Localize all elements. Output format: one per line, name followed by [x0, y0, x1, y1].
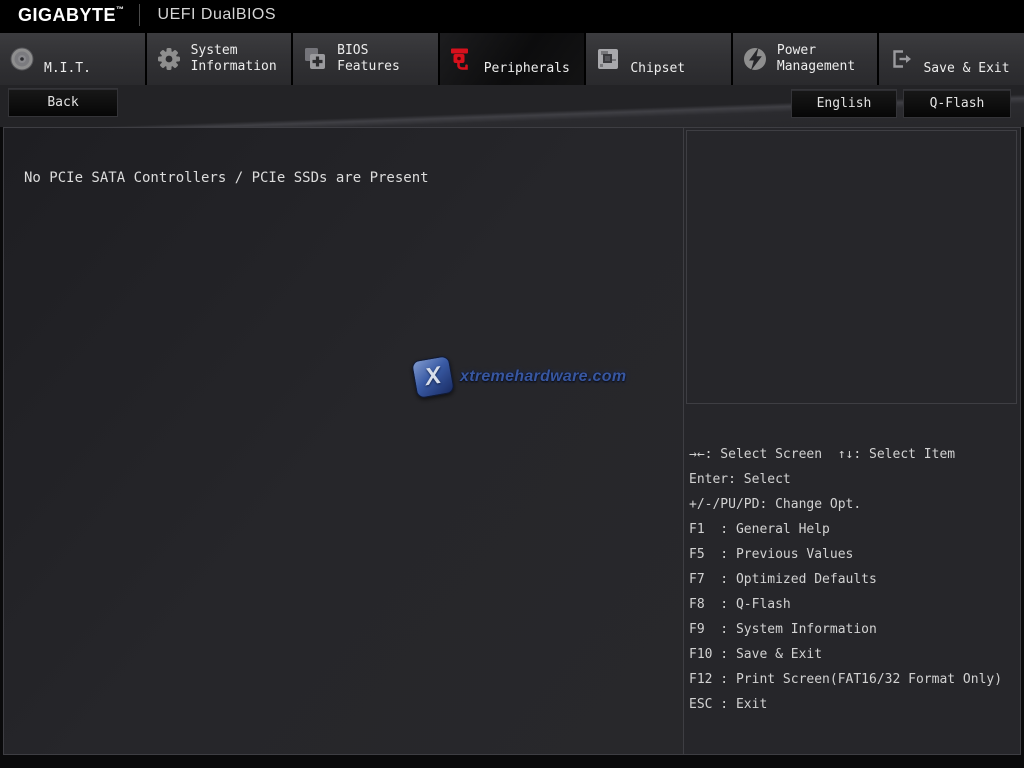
tab-label: BIOS: [337, 43, 400, 59]
tab-bar: M.I.T. SystemInformation BIOS: [0, 30, 1024, 85]
back-button[interactable]: Back: [8, 88, 118, 117]
tab-mit[interactable]: M.I.T.: [0, 33, 145, 85]
status-message: No PCIe SATA Controllers / PCIe SSDs are…: [24, 170, 429, 186]
watermark: X xtremehardware.com: [414, 358, 626, 396]
toolbar-row: Back English Q-Flash: [0, 85, 1024, 127]
peripherals-usb-icon: [449, 46, 475, 72]
language-button[interactable]: English: [791, 89, 897, 118]
exit-icon: [888, 46, 914, 72]
tab-label: Power: [777, 43, 855, 59]
header-divider: [139, 4, 140, 26]
tab-chipset[interactable]: Chipset: [586, 33, 731, 85]
key-legend-line: ESC : Exit: [689, 692, 1018, 717]
tab-save-exit[interactable]: Save & Exit: [879, 33, 1024, 85]
key-legend: →←: Select Screen ↑↓: Select ItemEnter: …: [689, 442, 1018, 717]
key-legend-line: +/-/PU/PD: Change Opt.: [689, 492, 1018, 517]
tab-peripherals[interactable]: Peripherals: [440, 33, 585, 85]
tab-bios-features[interactable]: BIOSFeatures: [293, 33, 438, 85]
item-help-box: [686, 130, 1017, 404]
key-legend-line: F12 : Print Screen(FAT16/32 Format Only): [689, 667, 1018, 692]
tab-label: System: [191, 43, 277, 59]
tab-label: Save & Exit: [923, 61, 1009, 77]
qflash-button[interactable]: Q-Flash: [903, 89, 1011, 118]
tab-system-information[interactable]: SystemInformation: [147, 33, 292, 85]
tab-label: Information: [191, 59, 277, 75]
xtremehardware-logo-icon: X: [411, 355, 455, 399]
power-bolt-icon: [742, 46, 768, 72]
key-legend-line: F8 : Q-Flash: [689, 592, 1018, 617]
tab-label: Features: [337, 59, 400, 75]
key-legend-line: →←: Select Screen ↑↓: Select Item: [689, 442, 1018, 467]
help-panel: →←: Select Screen ↑↓: Select ItemEnter: …: [683, 128, 1020, 754]
tab-label: Peripherals: [484, 61, 570, 77]
key-legend-line: Enter: Select: [689, 467, 1018, 492]
key-legend-line: F7 : Optimized Defaults: [689, 567, 1018, 592]
key-legend-line: F10 : Save & Exit: [689, 642, 1018, 667]
tab-power-management[interactable]: PowerManagement: [733, 33, 878, 85]
tab-label: M.I.T.: [44, 61, 91, 77]
mit-dial-icon: [9, 46, 35, 72]
key-legend-line: F5 : Previous Values: [689, 542, 1018, 567]
key-legend-line: F1 : General Help: [689, 517, 1018, 542]
tab-label: Chipset: [630, 61, 685, 77]
firmware-title: UEFI DualBIOS: [158, 6, 277, 24]
gear-icon: [156, 46, 182, 72]
key-legend-line: F9 : System Information: [689, 617, 1018, 642]
tab-label: Management: [777, 59, 855, 75]
trademark-mark: ™: [116, 5, 125, 14]
bios-screen: GIGABYTE™ UEFI DualBIOS M.I.T.: [0, 0, 1024, 768]
top-bar: GIGABYTE™ UEFI DualBIOS: [0, 0, 1024, 30]
watermark-text: xtremehardware.com: [460, 368, 626, 386]
gigabyte-logo: GIGABYTE™: [18, 5, 125, 26]
main-content: No PCIe SATA Controllers / PCIe SSDs are…: [3, 127, 1021, 755]
bios-chip-plus-icon: [302, 46, 328, 72]
chipset-icon: [595, 46, 621, 72]
